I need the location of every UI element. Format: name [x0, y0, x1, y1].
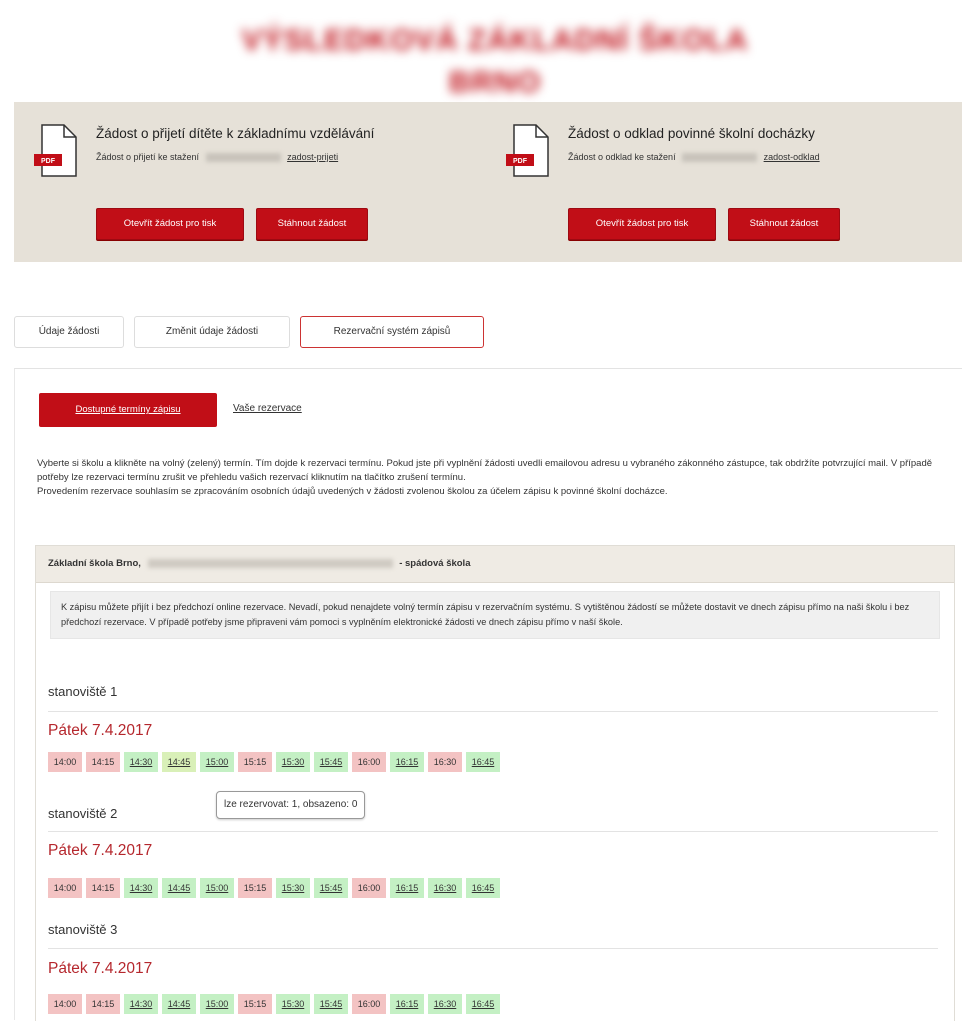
slot-free[interactable]: 14:45 [162, 878, 196, 898]
document-download-line: Žádost o přijetí ke stažení zadost-prije… [96, 152, 338, 163]
document-title: Žádost o přijetí dítěte k základnímu vzd… [96, 126, 375, 141]
slot-free[interactable]: 15:30 [276, 878, 310, 898]
intro-paragraph: Vyberte si školu a klikněte na volný (ze… [37, 458, 933, 483]
intro-text: Vyberte si školu a klikněte na volný (ze… [37, 457, 957, 499]
slot-free[interactable]: 16:15 [390, 994, 424, 1014]
subtab-available-slots[interactable]: Dostupné termíny zápisu [39, 393, 217, 427]
slot-free[interactable]: 15:45 [314, 752, 348, 772]
document-download-text: Žádost o přijetí ke stažení [96, 152, 200, 162]
pdf-icon[interactable]: PDF [506, 124, 550, 178]
slot-busy: 14:00 [48, 878, 82, 898]
day-label: Pátek 7.4.2017 [48, 722, 153, 739]
slot-busy: 14:00 [48, 752, 82, 772]
document-title: Žádost o odklad povinné školní docházky [568, 126, 815, 141]
open-for-print-button[interactable]: Otevřít žádost pro tisk [568, 208, 716, 240]
station-label: stanoviště 3 [48, 922, 118, 937]
school-notice: K zápisu můžete přijít i bez předchozí o… [50, 591, 940, 639]
open-for-print-button[interactable]: Otevřít žádost pro tisk [96, 208, 244, 240]
site-title: VÝSLEDKOVÁ ZÁKLADNÍ ŠKOLA BRNO [241, 24, 749, 99]
slot-free[interactable]: 14:30 [124, 994, 158, 1014]
intro-paragraph: Provedením rezervace souhlasím se zpraco… [37, 486, 668, 497]
slot-free[interactable]: 15:45 [314, 994, 348, 1014]
download-button[interactable]: Stáhnout žádost [256, 208, 368, 240]
document-download-link[interactable]: zadost-odklad [764, 152, 820, 162]
slot-busy: 14:15 [86, 878, 120, 898]
redacted-text [682, 153, 758, 163]
day-label: Pátek 7.4.2017 [48, 842, 153, 859]
slot-free[interactable]: 16:15 [390, 752, 424, 772]
slot-busy: 16:00 [352, 994, 386, 1014]
slot-free[interactable]: 14:30 [124, 878, 158, 898]
svg-text:PDF: PDF [41, 158, 56, 165]
pdf-icon[interactable]: PDF [34, 124, 78, 178]
school-header: Základní škola Brno, - spádová škola [36, 546, 954, 583]
station-label: stanoviště 1 [48, 684, 118, 699]
school-type: - spádová škola [399, 558, 471, 569]
slot-busy: 15:15 [238, 752, 272, 772]
slot-free[interactable]: 14:45 [162, 752, 196, 772]
tab-application-data[interactable]: Údaje žádosti [14, 316, 124, 348]
redacted-text [147, 558, 393, 568]
slot-free[interactable]: 15:00 [200, 878, 234, 898]
school-card: Základní škola Brno, - spádová škola K z… [35, 545, 955, 1021]
document-download-link[interactable]: zadost-prijeti [287, 152, 338, 162]
slot-free[interactable]: 15:00 [200, 994, 234, 1014]
subtab-my-reservations[interactable]: Vaše rezervace [233, 403, 302, 414]
slot-busy: 15:15 [238, 994, 272, 1014]
slot-free[interactable]: 15:30 [276, 994, 310, 1014]
slot-busy: 14:15 [86, 994, 120, 1014]
slot-busy: 15:15 [238, 878, 272, 898]
divider [48, 948, 938, 949]
slot-free[interactable]: 15:30 [276, 752, 310, 772]
slot-busy: 16:30 [428, 752, 462, 772]
document-download-text: Žádost o odklad ke stažení [568, 152, 676, 162]
documents-band: PDF Žádost o přijetí dítěte k základnímu… [14, 102, 962, 262]
slot-free[interactable]: 14:45 [162, 994, 196, 1014]
slot-tooltip: lze rezervovat: 1, obsazeno: 0 [216, 791, 366, 819]
redacted-text [205, 153, 281, 163]
reservation-panel: Dostupné termíny zápisu Vaše rezervace V… [14, 368, 962, 1021]
tab-edit-application-data[interactable]: Změnit údaje žádosti [134, 316, 290, 348]
slot-free[interactable]: 16:45 [466, 752, 500, 772]
day-label: Pátek 7.4.2017 [48, 960, 153, 977]
divider [48, 711, 938, 712]
divider [48, 831, 938, 832]
slot-busy: 16:00 [352, 752, 386, 772]
slot-busy: 14:15 [86, 752, 120, 772]
download-button[interactable]: Stáhnout žádost [728, 208, 840, 240]
slot-free[interactable]: 16:45 [466, 994, 500, 1014]
slot-free[interactable]: 16:30 [428, 994, 462, 1014]
station-label: stanoviště 2 [48, 806, 118, 821]
document-download-line: Žádost o odklad ke stažení zadost-odklad [568, 152, 820, 163]
slot-free[interactable]: 16:45 [466, 878, 500, 898]
slot-free[interactable]: 16:30 [428, 878, 462, 898]
slot-busy: 14:00 [48, 994, 82, 1014]
svg-text:PDF: PDF [513, 158, 528, 165]
slot-free[interactable]: 14:30 [124, 752, 158, 772]
school-name: Základní škola Brno, [48, 558, 141, 569]
slot-free[interactable]: 16:15 [390, 878, 424, 898]
slot-free[interactable]: 15:45 [314, 878, 348, 898]
slot-busy: 16:00 [352, 878, 386, 898]
tab-reservation-system[interactable]: Rezervační systém zápisů [300, 316, 484, 348]
slot-free[interactable]: 15:00 [200, 752, 234, 772]
